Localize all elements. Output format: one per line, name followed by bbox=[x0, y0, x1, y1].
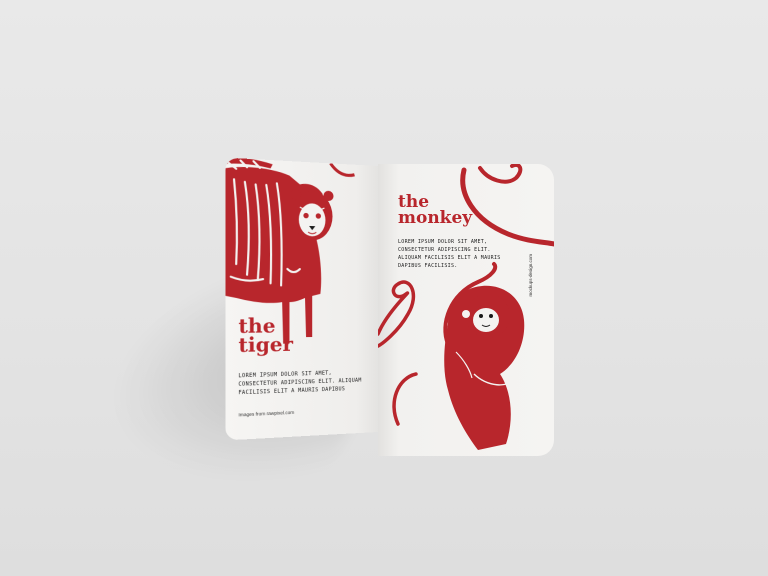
monkey-title: the monkey bbox=[398, 194, 472, 226]
tiger-illustration bbox=[225, 158, 378, 441]
top-curl bbox=[480, 165, 520, 182]
mockup-scene: the tiger LOREM IPSUM DOLOR SIT AMET, CO… bbox=[0, 0, 768, 576]
left-page: the tiger LOREM IPSUM DOLOR SIT AMET, CO… bbox=[225, 158, 378, 441]
left-swirl bbox=[378, 282, 413, 346]
bottom-swirl bbox=[394, 374, 416, 424]
right-page: the monkey LOREM IPSUM DOLOR SIT AMET, C… bbox=[378, 164, 554, 456]
monkey-body-text: LOREM IPSUM DOLOR SIT AMET, CONSECTETUR … bbox=[398, 238, 508, 270]
tiger-title: the tiger bbox=[238, 317, 293, 356]
tiger-body-text: LOREM IPSUM DOLOR SIT AMET, CONSECTETUR … bbox=[238, 368, 368, 397]
vertical-url-text: mockups-design.com bbox=[528, 254, 533, 297]
